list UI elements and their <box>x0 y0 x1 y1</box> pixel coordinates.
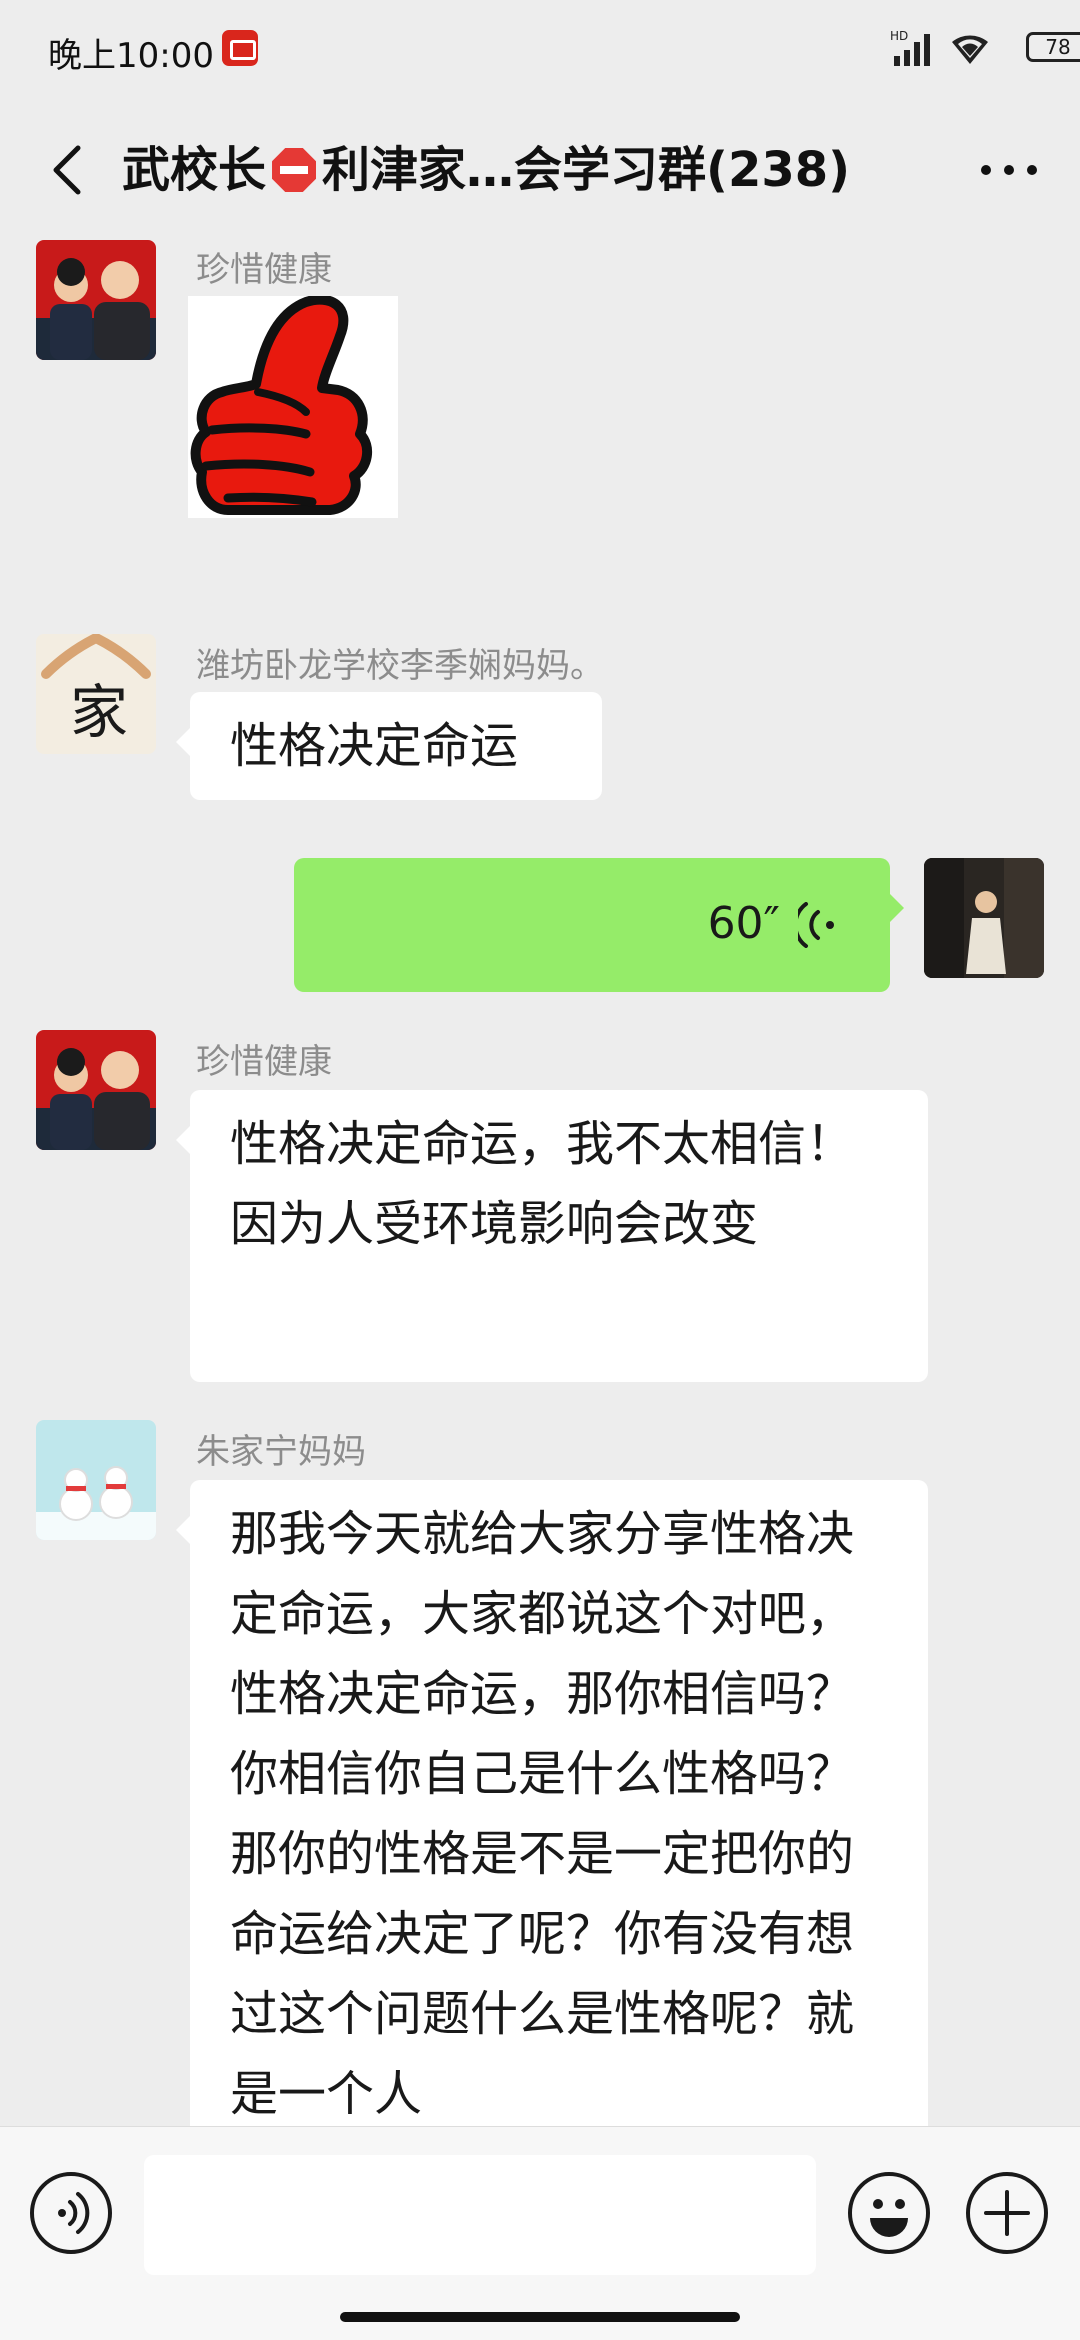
chat-message-list[interactable]: 珍惜健康 家 潍坊卧龙学校李季娴妈妈。 性格决定命运 60″ 珍惜健康 性格决定… <box>0 240 1080 2126</box>
avatar-zhu-jianing-mama[interactable] <box>36 1420 156 1540</box>
message-text: 性格决定命运，我不太相信！因为人受环境影响会改变 <box>230 1116 855 1252</box>
chat-title-part1: 武校长 <box>122 142 267 198</box>
voice-duration: 60″ <box>707 898 780 949</box>
avatar-zhenxi-jiankang[interactable] <box>36 240 156 360</box>
status-time: 晚上10:00 <box>48 36 214 76</box>
more-functions-button[interactable] <box>966 2172 1048 2254</box>
avatar-self[interactable] <box>924 858 1044 978</box>
signal-icon: HD <box>890 29 930 66</box>
status-bar: 晚上10:00 HD 78 <box>0 0 1080 100</box>
thumbs-up-icon <box>188 294 398 518</box>
plus-icon <box>984 2190 1030 2236</box>
voice-input-toggle[interactable] <box>30 2172 112 2254</box>
message-bubble[interactable]: 性格决定命运 <box>176 692 602 800</box>
back-icon[interactable] <box>42 142 98 198</box>
voice-message-bubble[interactable]: 60″ <box>294 858 904 992</box>
input-bar <box>0 2126 1080 2340</box>
svg-text:家: 家 <box>70 678 128 746</box>
hd-badge: HD <box>890 29 908 43</box>
emoji-button[interactable] <box>848 2172 930 2254</box>
sender-name: 珍惜健康 <box>196 1042 332 1082</box>
chat-title[interactable]: 武校长 利津家…会学习群(238) <box>122 140 962 200</box>
thumbs-up-sticker[interactable] <box>188 294 398 518</box>
app-notification-icon <box>222 30 258 66</box>
message-text: 性格决定命运 <box>230 718 519 774</box>
voice-wave-icon <box>798 902 834 948</box>
wifi-icon <box>952 35 988 64</box>
stop-sign-icon <box>272 148 317 192</box>
chat-title-part2: 利津家…会学习群(238) <box>322 142 851 198</box>
sender-name: 朱家宁妈妈 <box>196 1432 366 1472</box>
home-indicator[interactable] <box>340 2312 740 2322</box>
message-bubble[interactable]: 那我今天就给大家分享性格决定命运，大家都说这个对吧，性格决定命运，那你相信吗？你… <box>176 1480 928 2126</box>
sender-name: 珍惜健康 <box>196 250 332 290</box>
sender-name: 潍坊卧龙学校李季娴妈妈。 <box>196 646 604 686</box>
avatar-liji-xian-mama[interactable]: 家 <box>36 634 156 754</box>
avatar-zhenxi-jiankang[interactable] <box>36 1030 156 1150</box>
battery-level: 78 <box>1045 35 1071 59</box>
battery-icon: 78 <box>1026 32 1080 62</box>
voice-icon <box>58 2192 90 2234</box>
smiley-icon <box>870 2199 908 2237</box>
message-text: 那我今天就给大家分享性格决定命运，大家都说这个对吧，性格决定命运，那你相信吗？你… <box>230 1506 855 2122</box>
more-options-icon[interactable] <box>974 152 1044 188</box>
message-bubble[interactable]: 性格决定命运，我不太相信！因为人受环境影响会改变 <box>176 1090 928 1382</box>
nav-bar: 武校长 利津家…会学习群(238) <box>0 100 1080 240</box>
message-input[interactable] <box>144 2155 816 2275</box>
